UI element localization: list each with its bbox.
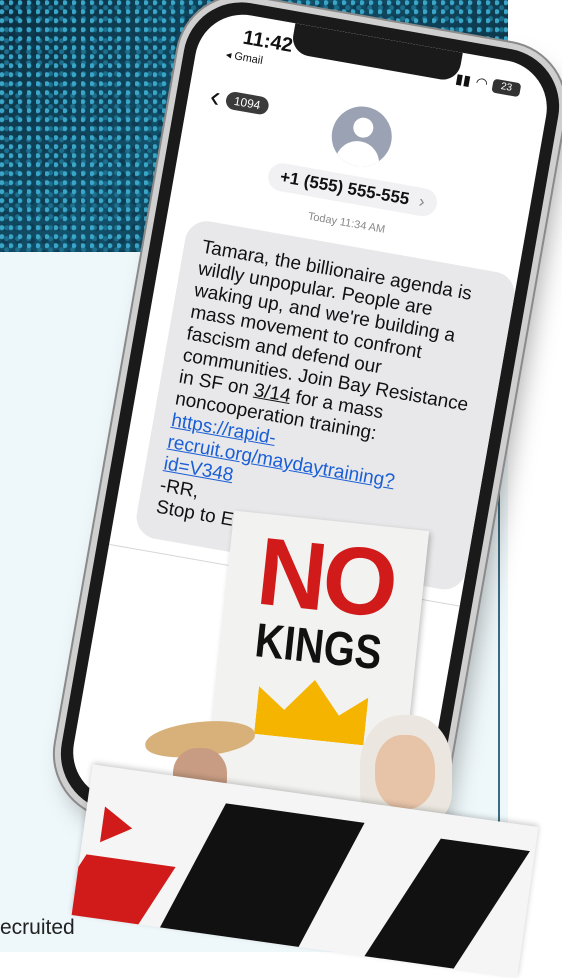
avatar-head-icon	[351, 116, 375, 140]
status-icons: ▮▮ ◠ 23	[454, 70, 522, 98]
wifi-icon: ◠	[474, 73, 490, 92]
signal-icon: ▮▮	[454, 70, 473, 89]
caption-text: ecruited	[0, 916, 75, 939]
unread-count-badge: 1094	[224, 90, 270, 116]
contact-number: +1 (555) 555-555	[278, 167, 411, 209]
black-shape	[350, 838, 530, 978]
message-text-before-date: Tamara, the billionaire agenda is wildly…	[177, 236, 474, 416]
red-triangle-shape	[100, 806, 135, 847]
protester-face	[375, 735, 435, 809]
battery-icon: 23	[491, 78, 522, 97]
avatar-body-icon	[333, 137, 383, 172]
contact-avatar[interactable]	[326, 101, 397, 172]
chevron-right-icon: ›	[417, 191, 427, 212]
chevron-left-icon: ‹	[207, 79, 224, 115]
back-button[interactable]: ‹ 1094	[207, 79, 271, 122]
